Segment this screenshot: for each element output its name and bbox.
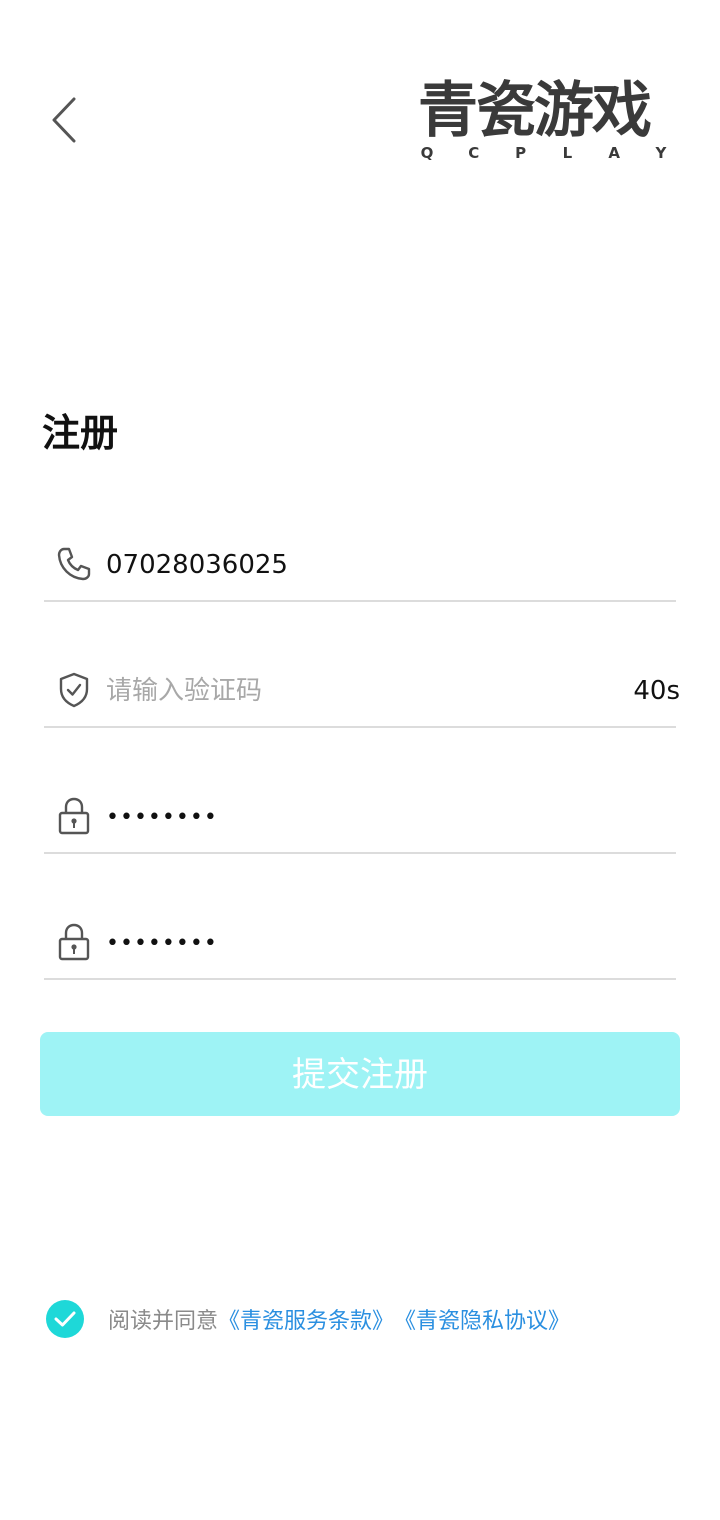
resend-code-countdown[interactable]: 40s: [633, 666, 680, 716]
code-field-row: 40s: [44, 656, 680, 728]
password-field-row: [44, 782, 676, 854]
phone-icon: [54, 544, 94, 584]
submit-register-button[interactable]: 提交注册: [40, 1032, 680, 1116]
agreement-row: 阅读并同意 《青瓷服务条款》 《青瓷隐私协议》: [46, 1298, 570, 1340]
terms-of-service-link[interactable]: 《青瓷服务条款》: [218, 1303, 394, 1335]
verification-code-input[interactable]: [106, 666, 586, 716]
phone-field-row: [44, 530, 676, 602]
phone-input[interactable]: [106, 540, 586, 590]
logo-title: 青瓷游戏: [418, 76, 652, 146]
privacy-policy-link[interactable]: 《青瓷隐私协议》: [394, 1303, 570, 1335]
password-input[interactable]: [106, 792, 586, 842]
agree-checkbox[interactable]: [46, 1300, 84, 1338]
page-title: 注册: [42, 411, 119, 455]
back-button[interactable]: [40, 90, 90, 150]
check-icon: [54, 1311, 76, 1327]
lock-icon: [54, 796, 94, 836]
chevron-left-icon: [52, 97, 76, 143]
logo-subtitle: Q C P L A Y: [420, 144, 667, 162]
shield-check-icon: [54, 670, 94, 710]
agreement-prefix: 阅读并同意: [108, 1309, 219, 1334]
lock-icon: [54, 922, 94, 962]
confirm-password-field-row: [44, 908, 676, 980]
qcplay-logo: 青瓷游戏 Q C P L A Y: [418, 78, 668, 164]
confirm-password-input[interactable]: [106, 918, 586, 968]
